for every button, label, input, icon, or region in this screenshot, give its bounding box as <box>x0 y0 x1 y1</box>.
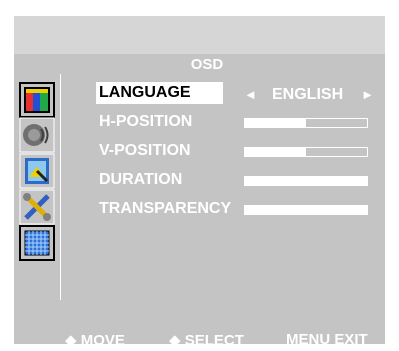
sidebar-divider <box>60 74 61 300</box>
duration-fill <box>245 177 367 185</box>
osd-title: OSD <box>190 56 224 73</box>
color-bars-icon[interactable] <box>19 82 55 118</box>
h-position-fill <box>245 119 306 127</box>
footer-help: ◆ MOVE ◆ SELECT MENU EXIT <box>14 331 385 351</box>
v-position-fill <box>245 148 306 156</box>
osd-panel: OSD LANGUAGE H-POSITION V-POSITION DURAT… <box>14 16 385 349</box>
osd-grid-icon[interactable] <box>19 225 55 261</box>
menu-item-transparency[interactable]: TRANSPARENCY <box>96 198 231 220</box>
picture-position-icon[interactable] <box>19 153 55 189</box>
language-selector[interactable]: ◄ ENGLISH ► <box>244 84 374 106</box>
transparency-fill <box>245 206 367 214</box>
menu-item-h-position[interactable]: H-POSITION <box>96 111 192 133</box>
h-position-slider[interactable] <box>244 118 368 128</box>
transparency-slider[interactable] <box>244 205 368 215</box>
v-position-slider[interactable] <box>244 147 368 157</box>
osd-top-band <box>14 16 385 54</box>
duration-slider[interactable] <box>244 176 368 186</box>
footer-select: ◆ SELECT <box>169 332 244 349</box>
menu-item-duration[interactable]: DURATION <box>96 169 182 191</box>
menu-item-v-position[interactable]: V-POSITION <box>96 140 191 162</box>
footer-move: ◆ MOVE <box>65 332 125 349</box>
footer-menu-exit: MENU EXIT <box>286 331 368 348</box>
language-value: ENGLISH <box>272 86 344 103</box>
speaker-icon[interactable] <box>19 117 55 153</box>
menu-item-language[interactable]: LANGUAGE <box>96 82 223 104</box>
arrow-right-icon[interactable]: ► <box>361 84 374 106</box>
arrow-left-icon[interactable]: ◄ <box>244 84 257 106</box>
tools-icon[interactable] <box>19 189 55 225</box>
